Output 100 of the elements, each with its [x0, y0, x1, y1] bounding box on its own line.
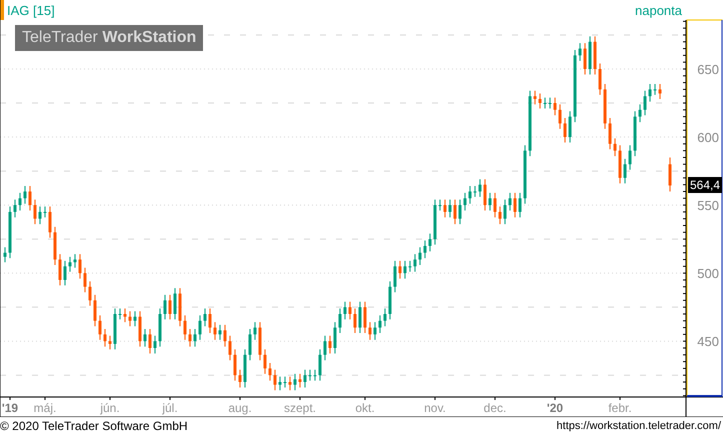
candlestick	[154, 335, 156, 354]
candlestick	[594, 36, 596, 75]
candlestick	[598, 63, 602, 96]
candlestick	[128, 310, 132, 327]
candlestick	[658, 83, 662, 100]
candlestick	[538, 93, 542, 109]
date-label: szept.	[284, 401, 316, 415]
candlestick	[424, 240, 426, 259]
date-label: '20	[546, 401, 564, 415]
candlestick	[224, 324, 226, 348]
candlestick	[118, 308, 122, 320]
candlestick	[64, 260, 66, 286]
candlestick	[214, 322, 216, 340]
candlestick	[14, 199, 16, 218]
candlestick	[238, 369, 242, 388]
candlestick	[98, 314, 102, 340]
candlestick	[324, 335, 326, 361]
candlestick	[24, 186, 26, 204]
candlestick	[448, 199, 452, 218]
candlestick	[144, 328, 146, 348]
copyright: © 2020 TeleTrader Software GmbH	[0, 419, 188, 433]
candlestick	[458, 199, 462, 225]
candlestick	[134, 310, 136, 327]
candlestick	[374, 322, 376, 340]
candlestick	[408, 260, 412, 272]
date-label: okt.	[355, 401, 375, 415]
candlestick	[74, 254, 76, 268]
candlestick	[648, 83, 652, 102]
candlestick	[68, 256, 72, 272]
candlestick	[288, 376, 292, 391]
candlestick	[114, 308, 116, 350]
candlestick	[548, 97, 552, 109]
price-label: 550	[697, 198, 719, 214]
candlestick	[354, 308, 356, 334]
candlestick	[124, 308, 126, 323]
last-price: 564,4	[688, 177, 722, 194]
candlestick	[628, 144, 632, 170]
candlestick	[618, 144, 622, 184]
candlestick	[428, 233, 432, 252]
candlestick	[138, 310, 142, 348]
candlestick	[604, 83, 606, 130]
candlestick	[234, 348, 236, 382]
candlestick	[254, 322, 256, 340]
date-label: aug.	[228, 401, 252, 415]
candlestick	[94, 294, 96, 327]
candlestick	[48, 206, 52, 238]
candlestick	[494, 192, 496, 218]
candlestick	[358, 301, 362, 334]
accent-bar	[0, 0, 4, 20]
candlestick	[468, 186, 472, 204]
logo: TeleTrader WorkStation	[15, 25, 204, 51]
candlestick	[454, 199, 456, 225]
candlestick	[534, 90, 536, 105]
candlestick	[608, 118, 612, 150]
candlestick	[108, 335, 112, 350]
candlestick	[284, 376, 286, 388]
candlestick	[188, 328, 192, 348]
candlestick	[18, 192, 22, 212]
candlestick	[394, 260, 396, 293]
candlestick	[314, 369, 316, 382]
candlestick	[384, 308, 386, 327]
candlestick	[338, 308, 342, 334]
candlestick	[148, 328, 152, 354]
candlestick	[368, 322, 372, 340]
candlestick	[104, 328, 106, 348]
date-label: febr.	[608, 401, 632, 415]
candlestick	[478, 178, 482, 198]
candlestick	[328, 335, 332, 354]
candlestick	[418, 246, 422, 266]
candlestick	[558, 104, 562, 130]
candlestick	[638, 104, 642, 123]
price-label: 650	[697, 62, 719, 77]
candlestick	[164, 294, 166, 320]
candlestick	[4, 246, 6, 263]
candlestick	[484, 178, 486, 212]
candlestick	[318, 348, 322, 382]
chart-title: IAG [15]	[7, 3, 55, 18]
candlestick	[348, 301, 352, 320]
price-label: 600	[697, 130, 719, 146]
candlestick	[228, 335, 232, 361]
candlestick	[308, 369, 312, 382]
candlestick	[198, 314, 202, 340]
candlestick	[44, 206, 46, 218]
candlestick	[298, 373, 302, 388]
candlestick	[174, 288, 176, 320]
candlestick	[414, 254, 416, 272]
candlestick	[518, 192, 522, 218]
date-label: jún.	[100, 401, 120, 415]
candlestick	[364, 301, 366, 334]
candlestick	[304, 369, 306, 388]
candlestick	[528, 90, 532, 157]
candlestick	[524, 144, 526, 204]
candlestick	[438, 199, 442, 212]
candlestick	[498, 206, 502, 225]
candlestick	[624, 158, 626, 184]
candlestick	[388, 280, 392, 320]
candlestick	[488, 192, 492, 212]
candlestick	[294, 373, 296, 391]
candlestick	[248, 328, 252, 361]
candlestick	[218, 324, 222, 340]
